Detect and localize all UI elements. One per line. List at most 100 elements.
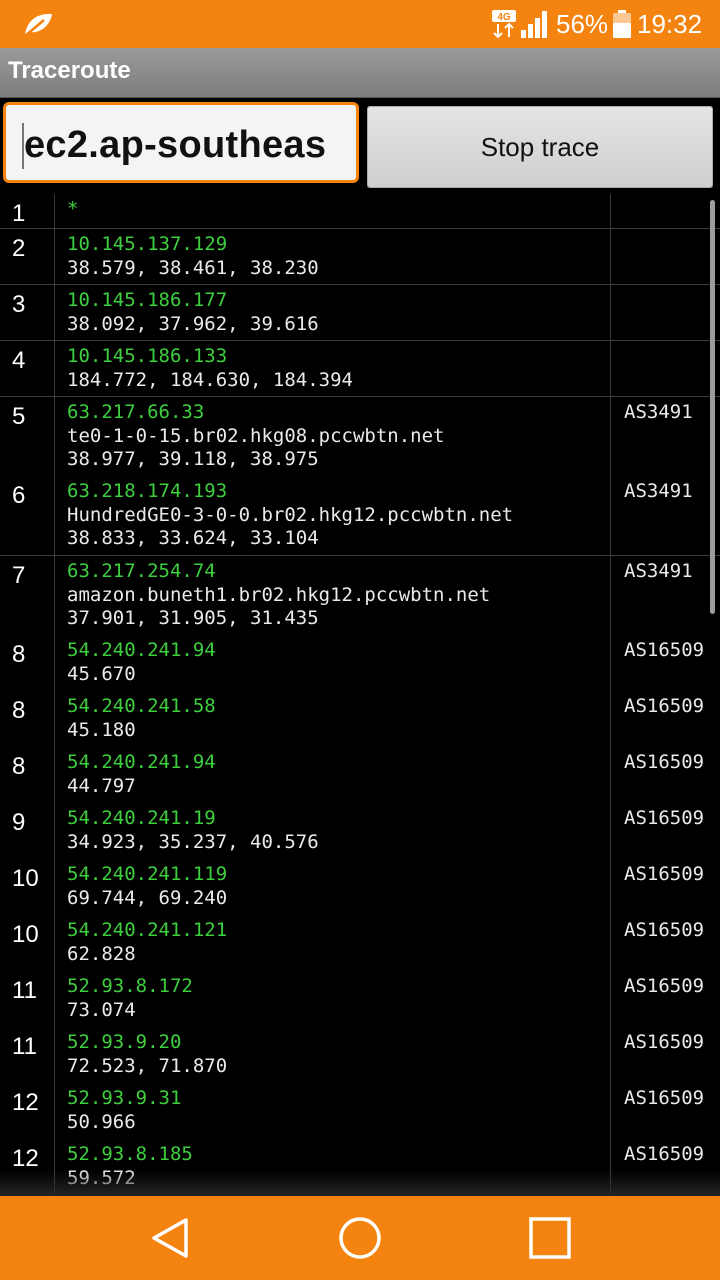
hop-times: 37.901, 31.905, 31.435: [67, 607, 319, 629]
hop-times: 45.180: [67, 718, 136, 741]
hop-row: 8 54.240.241.58 45.180 AS16509: [0, 691, 720, 747]
hop-details: 54.240.241.94 44.797: [67, 751, 216, 798]
hop-details: 10.145.186.177 38.092, 37.962, 39.616: [67, 289, 319, 336]
hop-details: 54.240.241.19 34.923, 35.237, 40.576: [67, 807, 319, 854]
stop-trace-button[interactable]: Stop trace: [367, 106, 713, 188]
hop-details: *: [67, 198, 78, 222]
hop-row: 6 63.218.174.193 HundredGE0-3-0-0.br02.hkg…: [0, 476, 720, 555]
hop-times: 38.977, 39.118, 38.975: [67, 448, 319, 470]
hop-ip: 54.240.241.94: [67, 751, 216, 773]
home-icon[interactable]: [336, 1214, 384, 1262]
hop-ip: 54.240.241.58: [67, 695, 216, 717]
hop-row: 8 54.240.241.94 44.797 AS16509: [0, 747, 720, 803]
hop-row: 8 54.240.241.94 45.670 AS16509: [0, 635, 720, 691]
network-4g-icon: 4G: [492, 10, 516, 38]
hop-asn: AS16509: [624, 695, 705, 717]
hop-times: 38.579, 38.461, 38.230: [67, 256, 319, 279]
hop-row: 1 *: [0, 194, 720, 228]
hop-row: 11 52.93.8.172 73.074 AS16509: [0, 971, 720, 1027]
hop-row: 3 10.145.186.177 38.092, 37.962, 39.616: [0, 284, 720, 340]
hop-asn: AS3491: [624, 401, 693, 423]
hop-number: 8: [12, 697, 26, 724]
hop-asn: AS16509: [624, 863, 705, 885]
hop-number: 7: [12, 562, 26, 589]
hop-row: 7 63.217.254.74 amazon.buneth1.br02.hkg12.…: [0, 555, 720, 635]
hop-ip: 10.145.137.129: [67, 233, 228, 255]
hop-row: 9 54.240.241.19 34.923, 35.237, 40.576 AS16…: [0, 803, 720, 859]
hop-details: 10.145.186.133 184.772, 184.630, 184.394: [67, 345, 353, 392]
action-bar: Traceroute: [0, 48, 720, 98]
hop-times: 50.966: [67, 1110, 136, 1133]
hop-number: 8: [12, 753, 26, 780]
hop-details: 52.93.9.31 50.966: [67, 1087, 181, 1134]
hop-row: 12 52.93.9.31 50.966 AS16509: [0, 1083, 720, 1139]
hop-number: 12: [12, 1089, 39, 1116]
hop-details: 10.145.137.129 38.579, 38.461, 38.230: [67, 233, 319, 280]
hop-asn: AS16509: [624, 919, 705, 941]
hop-details: 63.217.66.33 te0-1-0-15.br02.hkg08.pccwbt…: [67, 401, 445, 472]
scroll-fade: [0, 1170, 720, 1196]
hop-times: 69.744, 69.240: [67, 886, 228, 909]
hop-number: 5: [12, 403, 26, 430]
hop-asn: AS3491: [624, 480, 693, 502]
hop-details: 63.218.174.193 HundredGE0-3-0-0.br02.hkg1…: [67, 480, 513, 551]
hop-row: 10 54.240.241.119 69.744, 69.240 AS16509: [0, 859, 720, 915]
back-icon[interactable]: [146, 1214, 194, 1262]
hop-ip: *: [67, 198, 79, 220]
hop-asn: AS16509: [624, 1087, 705, 1109]
hop-number: 8: [12, 641, 26, 668]
scrollbar[interactable]: [710, 200, 715, 614]
hop-times: 184.772, 184.630, 184.394: [67, 368, 353, 391]
status-bar: 4G 56% 19:32: [0, 0, 720, 48]
hop-ip: 52.93.8.172: [67, 975, 193, 997]
hop-row: 4 10.145.186.133 184.772, 184.630, 184.394: [0, 340, 720, 396]
signal-icon: [521, 11, 547, 38]
hop-number: 11: [12, 977, 37, 1004]
leaf-icon: [24, 13, 52, 37]
hop-number: 1: [12, 200, 26, 227]
hop-row: 10 54.240.241.121 62.828 AS16509: [0, 915, 720, 971]
hop-ip: 52.93.9.20: [67, 1031, 182, 1053]
hop-details: 54.240.241.119 69.744, 69.240: [67, 863, 227, 910]
hop-asn: AS16509: [624, 1031, 705, 1053]
hop-details: 63.217.254.74 amazon.buneth1.br02.hkg12.p…: [67, 560, 490, 631]
hop-times: 38.092, 37.962, 39.616: [67, 312, 319, 335]
hop-times: 38.833, 33.624, 33.104: [67, 527, 319, 549]
hop-number: 11: [12, 1033, 37, 1060]
hop-number: 2: [12, 235, 26, 262]
hop-ip: 10.145.186.133: [67, 345, 228, 367]
hop-times: 72.523, 71.870: [67, 1054, 228, 1077]
hop-hostname: te0-1-0-15.br02.hkg08.pccwbtn.net: [67, 424, 445, 447]
page-title: Traceroute: [8, 57, 131, 84]
hop-times: 44.797: [67, 774, 136, 797]
recents-icon[interactable]: [526, 1214, 574, 1262]
hop-number: 9: [12, 809, 26, 836]
hop-ip: 54.240.241.94: [67, 639, 216, 661]
host-input-value: ec2.ap-southeas: [24, 124, 327, 166]
hop-row: 2 10.145.137.129 38.579, 38.461, 38.230: [0, 228, 720, 284]
hop-number: 4: [12, 347, 26, 374]
hop-number: 10: [12, 865, 39, 892]
host-input[interactable]: ec2.ap-southeas: [3, 102, 359, 183]
hop-ip: 10.145.186.177: [67, 289, 228, 311]
hop-asn: AS16509: [624, 1143, 705, 1165]
hop-asn: AS16509: [624, 751, 705, 773]
hop-details: 52.93.9.20 72.523, 71.870: [67, 1031, 227, 1078]
hop-asn: AS3491: [624, 560, 693, 582]
hop-ip: 52.93.8.185: [67, 1143, 193, 1165]
hop-asn: AS16509: [624, 975, 705, 997]
svg-text:4G: 4G: [497, 12, 511, 23]
hop-times: 62.828: [67, 942, 136, 965]
hop-table[interactable]: 1 * 2 10.145.137.129 38.579, 38.461, 38.230 3…: [0, 194, 720, 1196]
hop-row: 11 52.93.9.20 72.523, 71.870 AS16509: [0, 1027, 720, 1083]
hop-ip: 54.240.241.121: [67, 919, 228, 941]
hop-details: 54.240.241.58 45.180: [67, 695, 216, 742]
hop-asn: AS16509: [624, 639, 705, 661]
clock: 19:32: [637, 9, 703, 39]
hop-hostname: amazon.buneth1.br02.hkg12.pccwbtn.net: [67, 583, 491, 606]
battery-percent: 56%: [556, 9, 609, 39]
hop-ip: 63.217.66.33: [67, 401, 205, 423]
hop-ip: 52.93.9.31: [67, 1087, 182, 1109]
hop-times: 45.670: [67, 662, 136, 685]
hop-details: 52.93.8.172 73.074: [67, 975, 193, 1022]
